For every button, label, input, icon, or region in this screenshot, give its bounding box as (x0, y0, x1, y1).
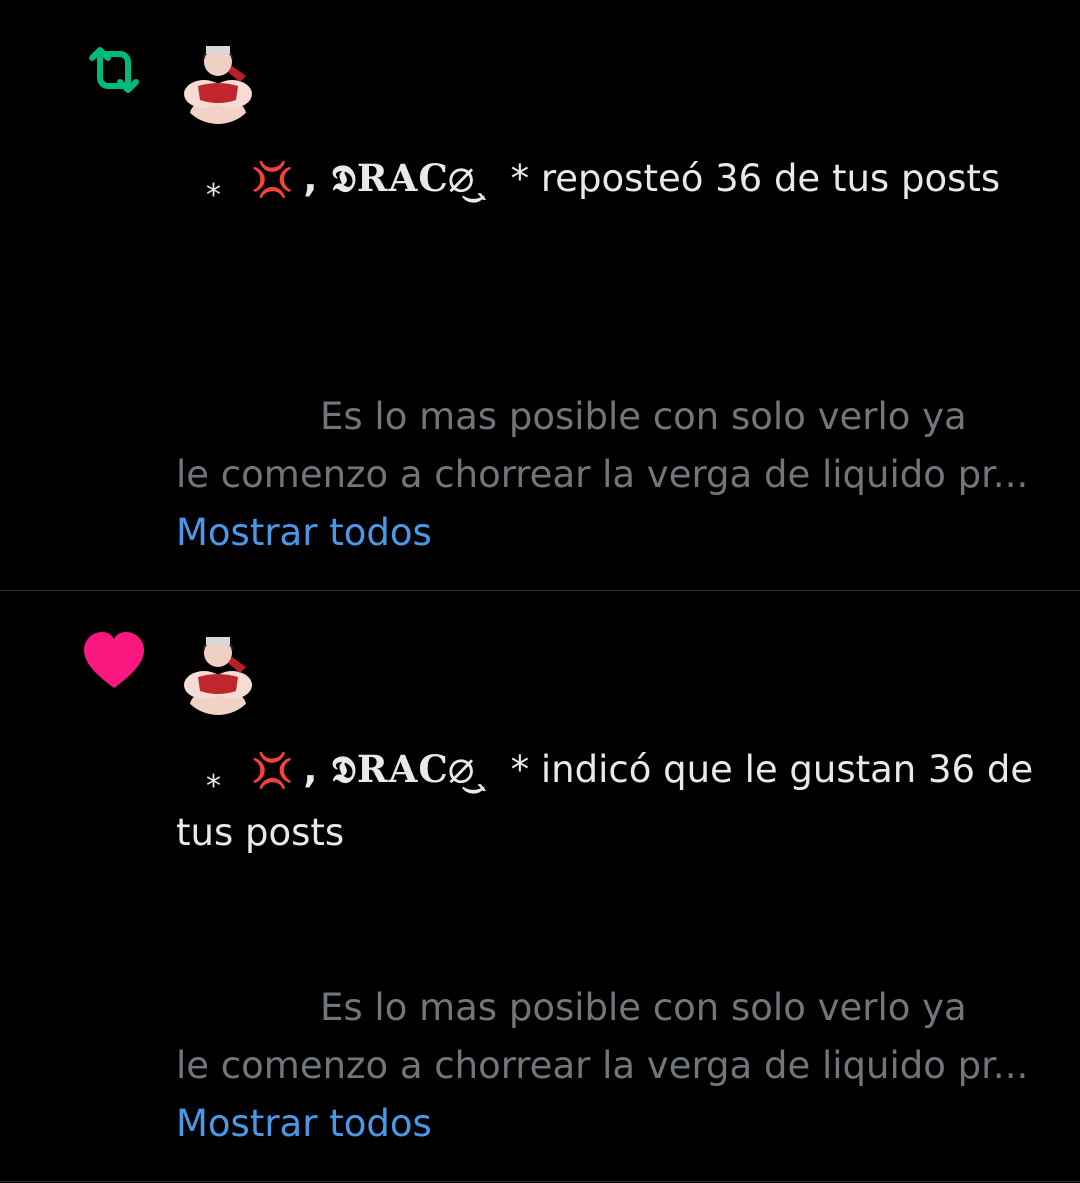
name-separator: , (303, 748, 318, 791)
heart-icon (78, 624, 150, 696)
anger-emoji-icon: 💢 (251, 160, 294, 200)
preview-line-1: Es lo mas posible con solo verlo ya (320, 395, 967, 438)
star-after-name: * (510, 157, 530, 200)
preview-line-1: Es lo mas posible con solo verlo ya (320, 986, 967, 1029)
show-all-link[interactable]: Mostrar todos (176, 1095, 1050, 1153)
action-text: reposteó 36 de tus posts (540, 157, 1001, 200)
user-avatar[interactable] (176, 36, 260, 124)
name-tail: ˎ (474, 748, 493, 791)
post-preview[interactable]: Es lo mas posible con solo verlo ya le c… (176, 388, 1050, 562)
anger-emoji-icon: 💢 (251, 751, 294, 791)
notification-repost[interactable]: * 💢, 𝕯RAC∅͜ˎ * reposteó 36 de tus posts Es… (0, 0, 1080, 591)
post-preview[interactable]: Es lo mas posible con solo verlo ya le c… (176, 979, 1050, 1153)
name-tail: ˎ (474, 157, 493, 200)
preview-line-2: le comenzo a chorrear la verga de liquid… (176, 1044, 1029, 1087)
notification-like[interactable]: * 💢, 𝕯RAC∅͜ˎ * indicó que le gustan 36 de … (0, 591, 1080, 1182)
preview-line-2: le comenzo a chorrear la verga de liquid… (176, 453, 1029, 496)
decorative-star: * (206, 178, 221, 213)
actor-name[interactable]: 𝕯RAC∅͜ (331, 156, 474, 200)
star-after-name: * (510, 748, 530, 791)
notification-text: * 💢, 𝕯RAC∅͜ˎ * reposteó 36 de tus posts (176, 148, 1050, 213)
repost-icon (78, 34, 150, 106)
user-avatar[interactable] (176, 627, 260, 715)
notification-text: * 💢, 𝕯RAC∅͜ˎ * indicó que le gustan 36 de … (176, 739, 1050, 863)
show-all-link[interactable]: Mostrar todos (176, 504, 1050, 562)
actor-name[interactable]: 𝕯RAC∅͜ (331, 747, 474, 791)
name-separator: , (303, 157, 318, 200)
decorative-star: * (206, 769, 221, 804)
